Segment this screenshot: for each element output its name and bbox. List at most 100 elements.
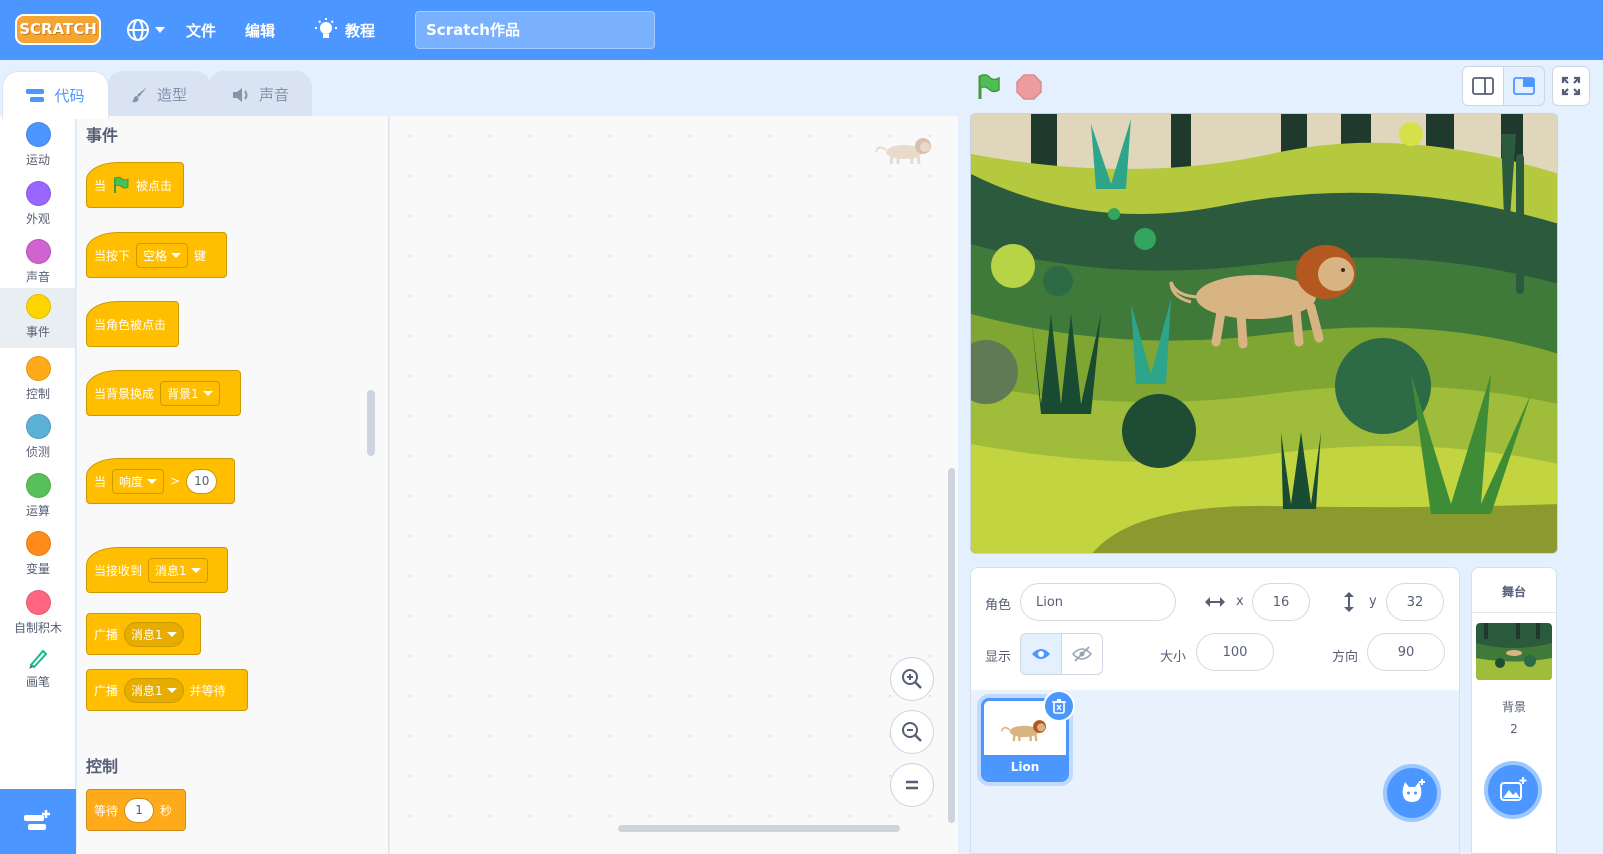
category-operators[interactable]: 运算: [0, 467, 75, 527]
backdrop-thumbnail-image: [1476, 623, 1552, 680]
block-broadcast[interactable]: 广播 消息1: [86, 613, 201, 655]
green-flag-button[interactable]: [973, 71, 1005, 103]
pen-icon: [29, 649, 48, 669]
category-events[interactable]: 事件: [0, 288, 75, 348]
category-motion[interactable]: 运动: [0, 116, 75, 176]
stage-selector-panel[interactable]: 舞台 背景 2: [1471, 567, 1557, 854]
lion-thumbnail-image: [1000, 720, 1046, 742]
block-when-backdrop-switches[interactable]: 当背景换成 背景1: [86, 370, 241, 416]
tutorials-label: 教程: [345, 21, 376, 40]
workspace-vertical-scrollbar[interactable]: [948, 468, 955, 823]
edit-menu-label: 编辑: [245, 21, 276, 40]
category-control[interactable]: 控制: [0, 350, 75, 410]
block-text: 广播: [94, 683, 119, 698]
tab-code[interactable]: 代码: [2, 71, 109, 119]
category-my-blocks[interactable]: 自制积木: [0, 584, 75, 644]
stop-button[interactable]: [1013, 71, 1045, 103]
code-workspace[interactable]: [390, 116, 958, 854]
trash-icon: [1052, 699, 1066, 714]
stage-pane-title: 舞台: [1501, 585, 1526, 599]
x-input[interactable]: 16: [1252, 583, 1310, 621]
small-stage-button[interactable]: [1462, 66, 1504, 106]
block-text: 键: [194, 248, 207, 263]
chevron-down-icon: [147, 478, 158, 484]
tutorials-menu[interactable]: 教程: [315, 0, 375, 60]
add-backdrop-button[interactable]: [1484, 761, 1542, 819]
chevron-down-icon: [171, 252, 182, 258]
message-dropdown[interactable]: 消息1: [148, 557, 208, 583]
image-add-icon: [1500, 777, 1527, 801]
workspace-horizontal-scrollbar[interactable]: [618, 825, 900, 832]
horizontal-arrows-icon: [1205, 597, 1225, 607]
edit-menu[interactable]: 编辑: [245, 0, 275, 60]
show-sprite-button[interactable]: [1020, 633, 1062, 675]
dropdown-value: 消息1: [131, 683, 163, 698]
block-wait[interactable]: 等待 1 秒: [86, 789, 186, 831]
category-sensing[interactable]: 侦测: [0, 408, 75, 468]
category-menu: 运动 外观 声音 事件 控制 侦测 运算 变量 自制积木 画笔: [0, 116, 76, 789]
scratch-logo[interactable]: SCRATCH: [15, 14, 101, 45]
motion-dot-icon: [25, 122, 51, 147]
backdrops-label: 背景: [1501, 700, 1526, 714]
message-dropdown[interactable]: 消息1: [124, 621, 184, 647]
block-when-loudness[interactable]: 当 响度 > 10: [86, 458, 235, 504]
zoom-in-icon: [902, 669, 922, 689]
fullscreen-button[interactable]: [1552, 66, 1590, 106]
globe-icon: [127, 19, 149, 41]
block-when-key-pressed[interactable]: 当按下 空格 键: [86, 232, 227, 278]
add-extension-icon: [24, 810, 50, 830]
size-label: 大小: [1160, 650, 1187, 665]
language-menu[interactable]: [125, 0, 165, 60]
sprite-list: Lion: [970, 690, 1460, 854]
hide-sprite-button[interactable]: [1061, 633, 1103, 675]
category-pen[interactable]: 画笔: [0, 642, 75, 702]
tab-costumes[interactable]: 造型: [107, 71, 211, 117]
message-dropdown[interactable]: 消息1: [124, 677, 184, 703]
category-variables[interactable]: 变量: [0, 525, 75, 585]
wait-seconds-input[interactable]: 1: [124, 797, 155, 823]
y-input[interactable]: 32: [1386, 583, 1444, 621]
green-flag-icon: [114, 176, 129, 193]
category-label: 控制: [25, 387, 50, 401]
add-extension-button[interactable]: [0, 789, 76, 854]
block-when-flag-clicked[interactable]: 当 被点击: [86, 162, 184, 208]
block-broadcast-and-wait[interactable]: 广播 消息1 并等待: [86, 669, 248, 711]
zoom-out-icon: [902, 722, 922, 742]
direction-input[interactable]: 90: [1367, 633, 1445, 671]
threshold-input[interactable]: 10: [186, 468, 218, 494]
eye-icon: [1032, 649, 1050, 659]
file-menu[interactable]: 文件: [186, 0, 216, 60]
size-input[interactable]: 100: [1196, 633, 1274, 671]
chevron-down-icon: [166, 631, 177, 637]
brush-icon: [131, 86, 147, 102]
block-when-receive[interactable]: 当接收到 消息1: [86, 547, 228, 593]
stage-canvas[interactable]: [970, 113, 1558, 554]
large-stage-button[interactable]: [1503, 66, 1545, 106]
dropdown-value: 消息1: [155, 563, 187, 578]
tab-sounds[interactable]: 声音: [208, 71, 312, 117]
category-label: 运算: [25, 504, 50, 518]
sprite-info-panel: 角色 Lion x 16 y 32 显示 大小 100 方向 90: [970, 567, 1460, 691]
block-when-sprite-clicked[interactable]: 当角色被点击: [86, 301, 179, 347]
zoom-in-button[interactable]: [890, 657, 934, 701]
palette-scrollbar[interactable]: [367, 390, 375, 456]
sensor-dropdown[interactable]: 响度: [112, 468, 165, 494]
category-sound[interactable]: 声音: [0, 233, 75, 293]
block-text: 当背景换成: [94, 386, 155, 401]
category-looks[interactable]: 外观: [0, 175, 75, 235]
dropdown-value: 背景1: [167, 386, 199, 401]
zoom-out-button[interactable]: [890, 710, 934, 754]
chevron-down-icon: [166, 687, 177, 693]
jungle-backdrop-image: [971, 114, 1557, 553]
category-label: 运动: [25, 153, 50, 167]
menu-bar: SCRATCH 文件 编辑 教程 Scratch作品: [0, 0, 1603, 60]
lightbulb-icon: [315, 18, 337, 38]
sprite-name-input[interactable]: Lion: [1020, 583, 1176, 621]
backdrop-dropdown[interactable]: 背景1: [160, 380, 220, 406]
zoom-reset-button[interactable]: [890, 763, 934, 807]
add-sprite-button[interactable]: [1383, 764, 1441, 822]
key-dropdown[interactable]: 空格: [136, 242, 189, 268]
project-title-input[interactable]: Scratch作品: [415, 11, 655, 49]
block-palette: 事件 当 被点击 当按下 空格 键 当角色被点击 当背景换成 背景1 当 响度 …: [77, 116, 389, 854]
delete-sprite-button[interactable]: [1043, 690, 1075, 722]
